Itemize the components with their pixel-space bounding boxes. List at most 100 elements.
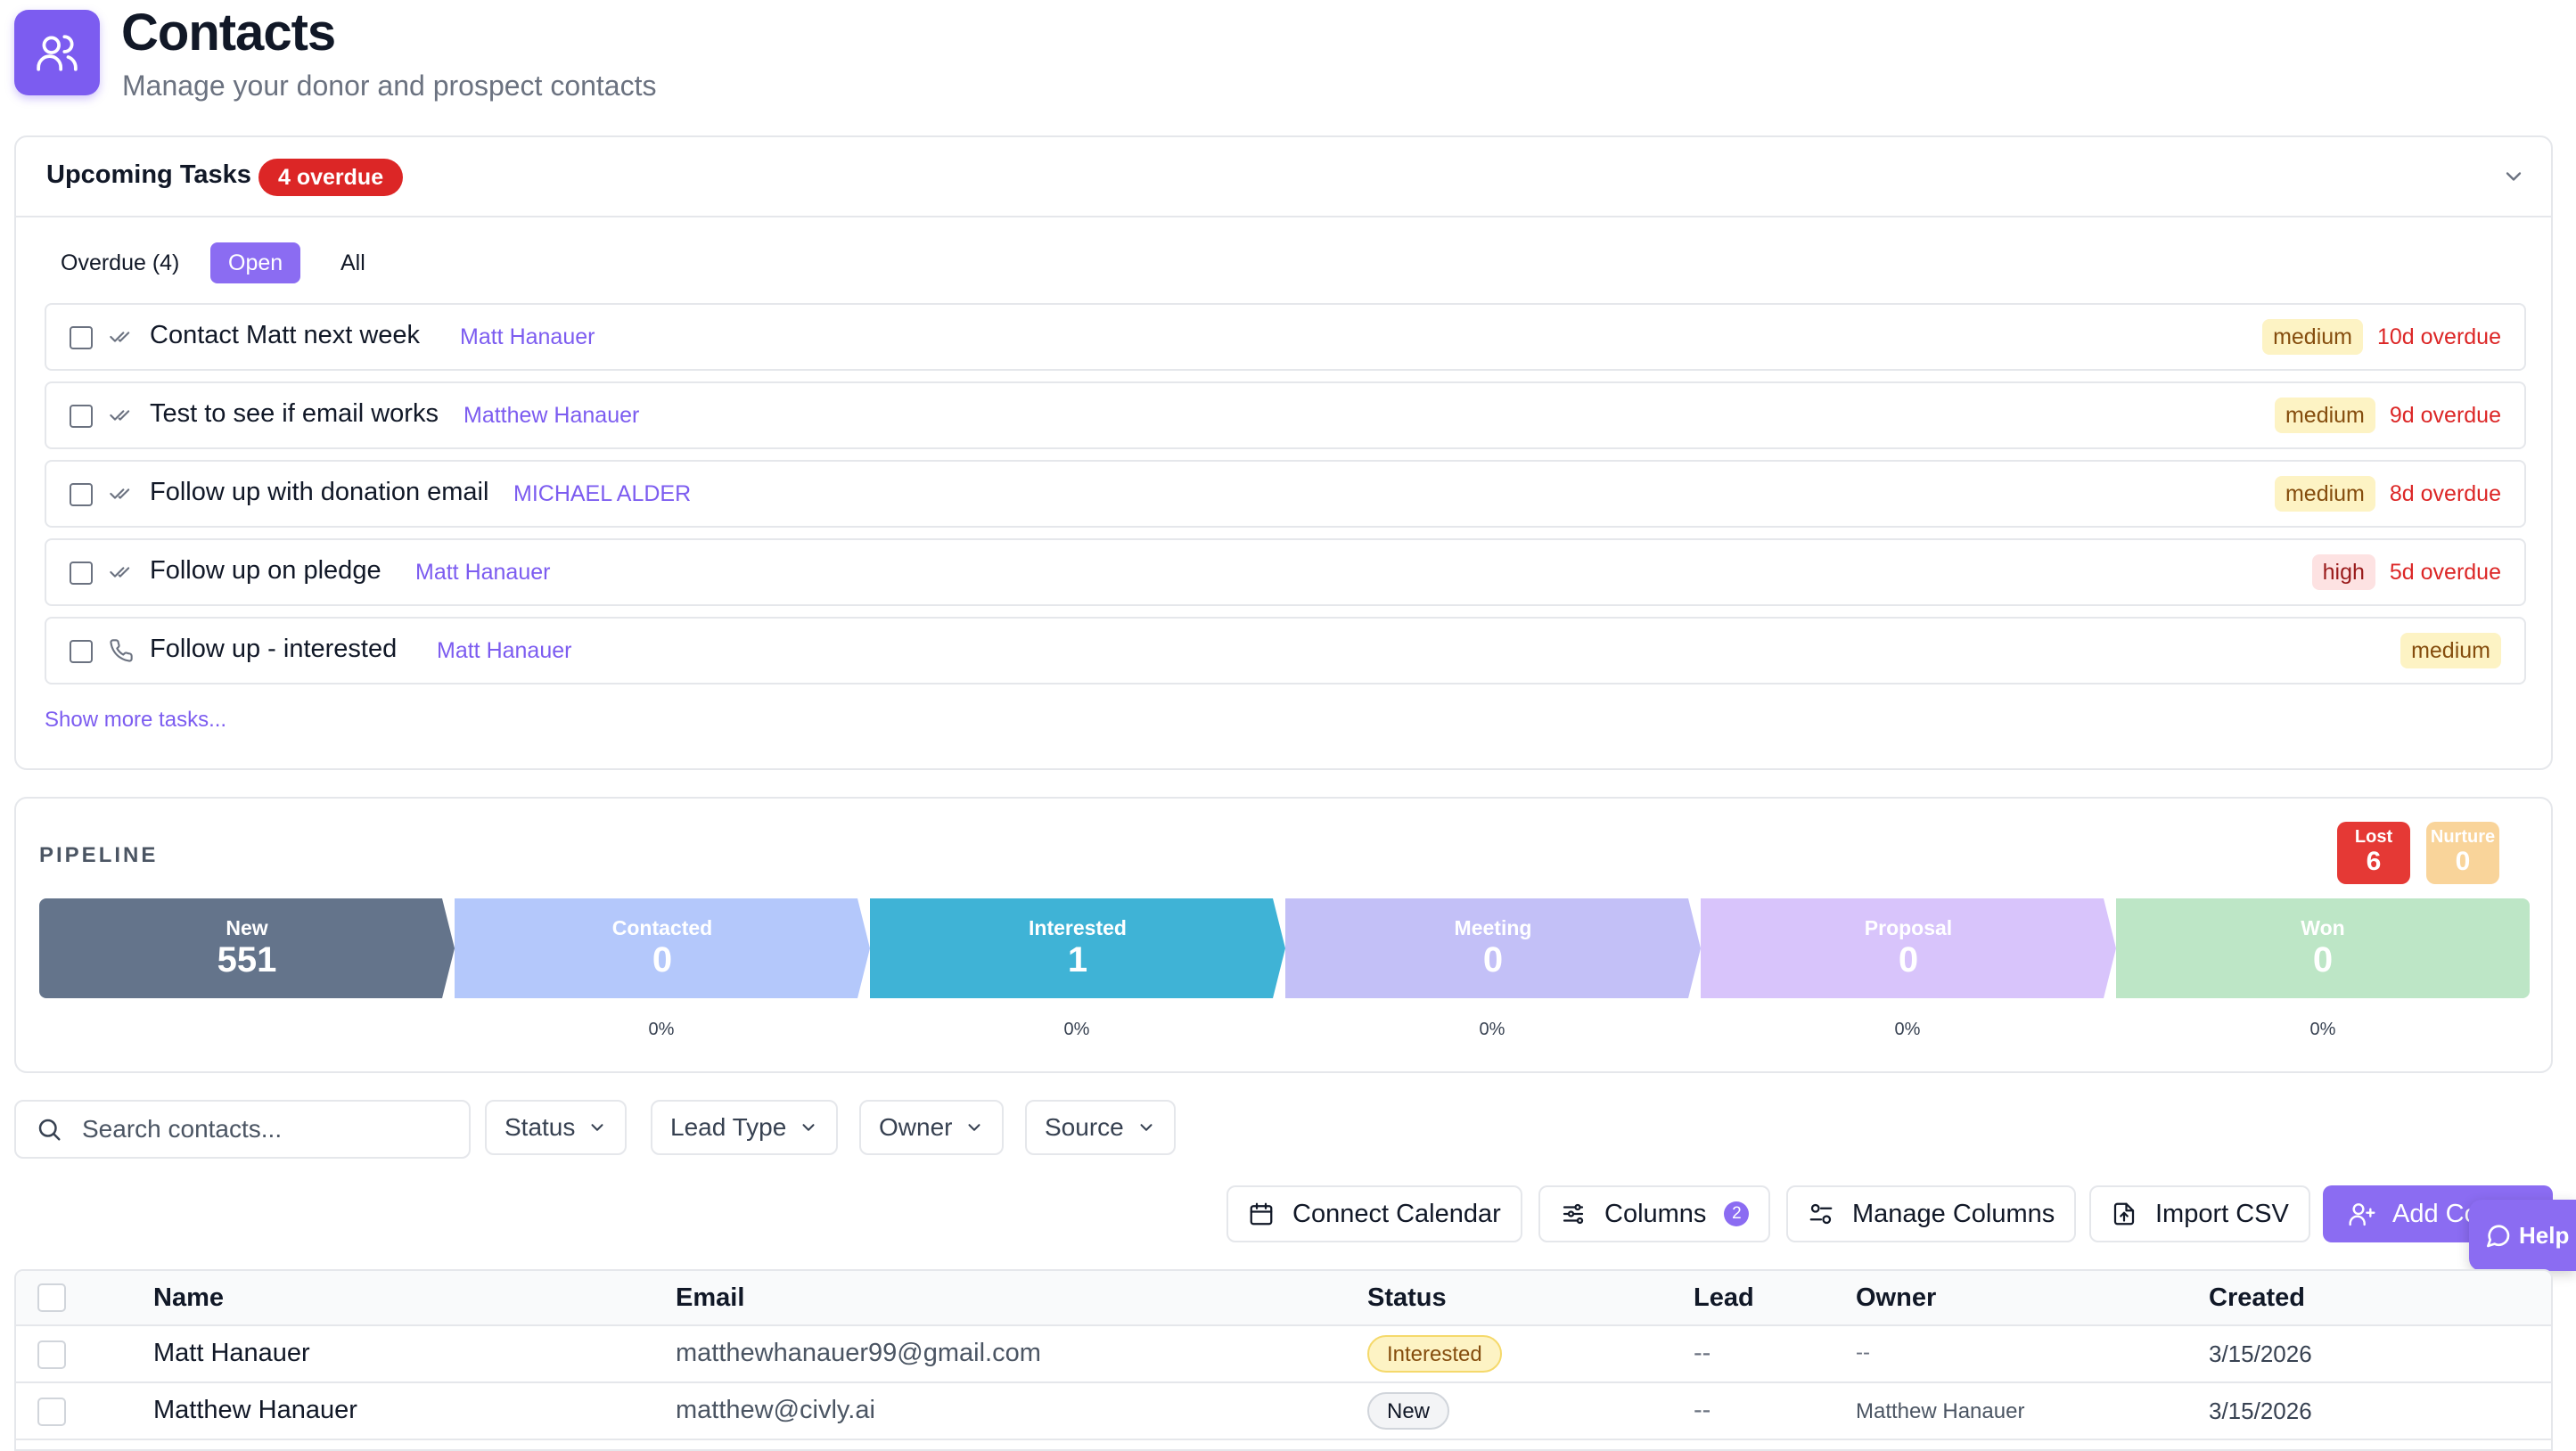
- search-input[interactable]: [80, 1111, 458, 1148]
- pipeline-stage-won[interactable]: Won 0: [2116, 898, 2530, 998]
- lead-type-filter-dropdown[interactable]: Lead Type: [651, 1100, 839, 1155]
- status-filter-dropdown[interactable]: Status: [485, 1100, 628, 1155]
- task-contact-link[interactable]: Matthew Hanauer: [464, 403, 639, 429]
- stage-value: 0: [1898, 940, 1919, 980]
- task-title: Follow up on pledge: [150, 556, 381, 585]
- columns-button[interactable]: Columns 2: [1538, 1185, 1771, 1242]
- stage-value: 0: [2312, 940, 2334, 980]
- task-contact-link[interactable]: Matt Hanauer: [437, 638, 571, 664]
- stage-conversion-pct: 0%: [1894, 1020, 1921, 1039]
- owner-filter-dropdown[interactable]: Owner: [859, 1100, 1005, 1155]
- task-row[interactable]: Follow up - interested Matt Hanauer medi…: [45, 617, 2526, 685]
- pipeline-nurture-pill[interactable]: Nurture 0: [2426, 822, 2499, 884]
- pipeline-stage-new[interactable]: New 551: [39, 898, 455, 998]
- settings-sliders-icon: [1809, 1203, 1833, 1225]
- pipeline-stage-contacted[interactable]: Contacted 0: [455, 898, 870, 998]
- task-row[interactable]: Contact Matt next week Matt Hanauer medi…: [45, 303, 2526, 371]
- pipeline-card: PIPELINE Lost 6 Nurture 0 New 551 Contac…: [14, 797, 2553, 1073]
- row-checkbox[interactable]: [37, 1398, 66, 1426]
- nurture-label: Nurture: [2430, 827, 2496, 847]
- nurture-value: 0: [2455, 847, 2471, 876]
- stage-label: Won: [2301, 916, 2345, 939]
- task-contact-link[interactable]: Matt Hanauer: [460, 324, 595, 350]
- import-csv-button[interactable]: Import CSV: [2089, 1185, 2310, 1242]
- manage-columns-button[interactable]: Manage Columns: [1786, 1185, 2077, 1242]
- task-checkbox[interactable]: [70, 326, 93, 349]
- column-header-email[interactable]: Email: [676, 1283, 744, 1313]
- task-title: Test to see if email works: [150, 399, 439, 428]
- connect-calendar-button[interactable]: Connect Calendar: [1226, 1185, 1522, 1242]
- task-row[interactable]: Follow up with donation email MICHAEL AL…: [45, 460, 2526, 528]
- owner-value: Matthew Hanauer: [1856, 1399, 2025, 1423]
- task-checkbox[interactable]: [70, 640, 93, 663]
- task-checkbox[interactable]: [70, 562, 93, 585]
- owner-value: --: [1856, 1340, 1870, 1365]
- page-subtitle: Manage your donor and prospect contacts: [122, 70, 657, 102]
- task-checkbox[interactable]: [70, 483, 93, 506]
- page-title: Contacts: [121, 4, 336, 61]
- contact-name[interactable]: Matthew Hanauer: [153, 1396, 357, 1425]
- help-button[interactable]: Help: [2469, 1200, 2576, 1271]
- column-header-created[interactable]: Created: [2209, 1283, 2305, 1313]
- button-label: Import CSV: [2155, 1199, 2289, 1228]
- row-checkbox[interactable]: [37, 1340, 66, 1369]
- dropdown-label: Lead Type: [670, 1113, 787, 1141]
- task-title: Contact Matt next week: [150, 321, 421, 349]
- task-contact-link[interactable]: Matt Hanauer: [415, 560, 550, 586]
- contact-email[interactable]: matthew@civly.ai: [676, 1396, 875, 1425]
- contact-email[interactable]: matthewhanauer99@gmail.com: [676, 1339, 1041, 1368]
- due-label: 8d overdue: [2389, 480, 2501, 506]
- task-row[interactable]: Test to see if email works Matthew Hanau…: [45, 381, 2526, 449]
- stage-conversion-pct: 0%: [1479, 1020, 1505, 1039]
- button-label: Manage Columns: [1852, 1199, 2055, 1228]
- dropdown-label: Source: [1045, 1113, 1124, 1141]
- column-header-lead[interactable]: Lead: [1694, 1283, 1754, 1313]
- created-date: 3/15/2026: [2209, 1340, 2312, 1367]
- stage-value: 0: [652, 940, 673, 980]
- stage-label: Meeting: [1454, 916, 1532, 939]
- pipeline-stage-interested[interactable]: Interested 1: [870, 898, 1285, 998]
- pipeline-stage-proposal[interactable]: Proposal 0: [1701, 898, 2116, 998]
- pipeline-stage-meeting[interactable]: Meeting 0: [1285, 898, 1701, 998]
- chevron-down-icon: [968, 1124, 980, 1131]
- contact-name[interactable]: Matt Hanauer: [153, 1339, 310, 1368]
- chevron-down-icon: [802, 1124, 815, 1131]
- double-check-icon: [109, 481, 134, 506]
- source-filter-dropdown[interactable]: Source: [1025, 1100, 1176, 1155]
- filter-all[interactable]: All: [323, 242, 383, 283]
- calendar-icon: [1250, 1202, 1273, 1226]
- column-header-owner[interactable]: Owner: [1856, 1283, 1936, 1313]
- pipeline-lost-pill[interactable]: Lost 6: [2337, 822, 2410, 884]
- task-checkbox[interactable]: [70, 405, 93, 428]
- due-label: 5d overdue: [2389, 559, 2501, 585]
- task-row[interactable]: Follow up on pledge Matt Hanauer high 5d…: [45, 538, 2526, 606]
- help-label: Help: [2519, 1221, 2570, 1249]
- upcoming-tasks-card: Upcoming Tasks 4 overdue Overdue (4) Ope…: [14, 135, 2553, 770]
- task-title: Follow up with donation email: [150, 478, 489, 506]
- show-more-tasks-link[interactable]: Show more tasks...: [45, 708, 226, 733]
- tasks-header[interactable]: Upcoming Tasks 4 overdue: [16, 137, 2551, 217]
- button-label: Connect Calendar: [1292, 1199, 1501, 1228]
- stage-label: Interested: [1029, 916, 1127, 939]
- double-check-icon: [109, 324, 134, 349]
- table-header: Name Email Status Lead Owner Created: [16, 1271, 2551, 1326]
- table-row[interactable]: Matthew Hanauer matthew@civly.ai New -- …: [16, 1383, 2551, 1440]
- table-row[interactable]: Matt Hanauer matthewhanauer99@gmail.com …: [16, 1326, 2551, 1383]
- button-label: Columns: [1604, 1199, 1707, 1228]
- double-check-icon: [109, 560, 134, 585]
- filter-open[interactable]: Open: [210, 242, 301, 283]
- column-header-name[interactable]: Name: [153, 1283, 224, 1313]
- stage-conversion-pct: 0%: [1063, 1020, 1090, 1039]
- filter-overdue[interactable]: Overdue (4): [43, 242, 197, 283]
- user-plus-icon: [2349, 1203, 2375, 1226]
- stage-conversion-pct: 0%: [2309, 1020, 2336, 1039]
- select-all-checkbox[interactable]: [37, 1283, 66, 1312]
- column-header-status[interactable]: Status: [1367, 1283, 1447, 1313]
- chevron-down-icon[interactable]: [2501, 164, 2526, 189]
- phone-icon: [109, 638, 134, 663]
- chevron-down-icon: [1140, 1124, 1153, 1131]
- stage-value: 1: [1067, 940, 1088, 980]
- columns-count-badge: 2: [1724, 1201, 1750, 1226]
- task-contact-link[interactable]: MICHAEL ALDER: [513, 481, 691, 507]
- stage-label: Contacted: [611, 916, 713, 939]
